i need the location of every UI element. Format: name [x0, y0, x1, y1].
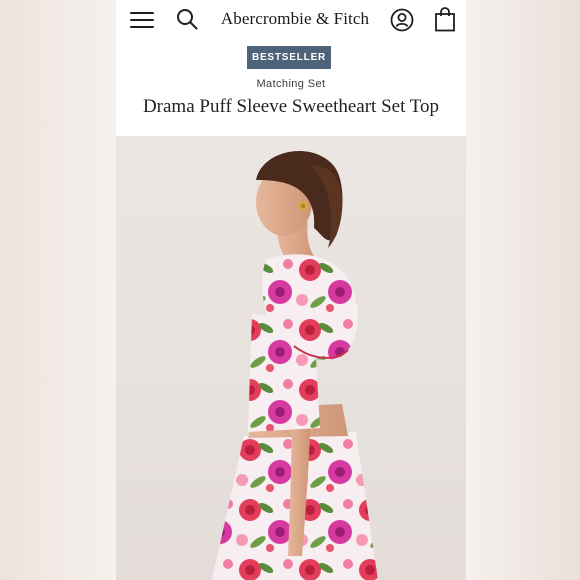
account-icon[interactable]	[390, 8, 414, 32]
product-image[interactable]	[116, 136, 466, 580]
top-navigation-bar: Abercrombie & Fitch	[116, 0, 466, 40]
shopping-bag-icon[interactable]	[434, 7, 456, 32]
bestseller-badge: BESTSELLER	[247, 46, 331, 69]
backdrop-left	[0, 0, 116, 580]
product-category: Matching Set	[256, 78, 326, 90]
model-photo-illustration	[212, 151, 378, 580]
brand-logo[interactable]: Abercrombie & Fitch	[220, 9, 370, 29]
search-icon[interactable]	[176, 8, 198, 30]
backdrop-right	[466, 0, 580, 580]
hamburger-menu-icon[interactable]	[130, 12, 154, 28]
mobile-page: Abercrombie & Fitch BESTSELLER Matching …	[116, 0, 466, 580]
product-title: Drama Puff Sleeve Sweetheart Set Top	[142, 96, 440, 117]
